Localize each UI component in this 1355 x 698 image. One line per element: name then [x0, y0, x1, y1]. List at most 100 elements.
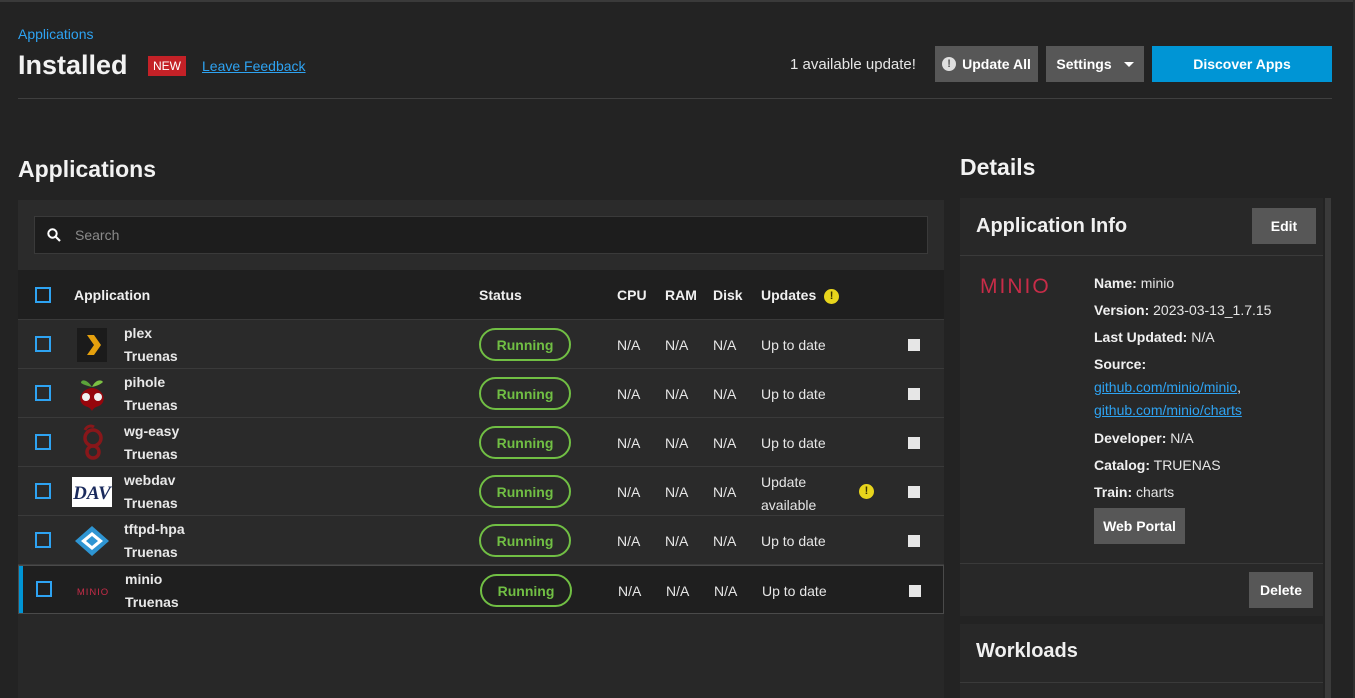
col-updates: Updates !	[761, 287, 840, 304]
table-row[interactable]: tftpd-hpa Truenas Running N/A N/A N/A Up…	[18, 516, 944, 565]
pihole-icon	[72, 375, 112, 413]
available-update-text: 1 available update!	[790, 56, 916, 73]
applications-panel: Application Status CPU RAM Disk Updates …	[18, 200, 944, 698]
app-name: plex	[124, 325, 153, 341]
applications-title: Applications	[18, 156, 157, 182]
updates-value: Up to date	[761, 435, 826, 451]
source-link-minio[interactable]: github.com/minio/minio	[1094, 379, 1237, 395]
selection-indicator	[19, 566, 23, 613]
table-row[interactable]: plex Truenas Running N/A N/A N/A Up to d…	[18, 320, 944, 369]
ram-value: N/A	[666, 583, 690, 599]
cpu-value: N/A	[617, 386, 641, 402]
search-input[interactable]	[75, 227, 875, 243]
select-all-checkbox[interactable]	[35, 287, 51, 303]
leave-feedback-link[interactable]: Leave Feedback	[202, 58, 306, 74]
breadcrumb[interactable]: Applications	[18, 26, 94, 42]
disk-value: N/A	[713, 337, 737, 353]
info-source-link-1: github.com/minio/minio,	[1094, 379, 1241, 395]
web-portal-button[interactable]: Web Portal	[1094, 508, 1185, 544]
name-value: minio	[1140, 275, 1175, 291]
application-info-title: Application Info	[976, 215, 1128, 237]
row-checkbox[interactable]	[35, 385, 51, 401]
row-checkbox[interactable]	[35, 434, 51, 450]
train-label: Train:	[1094, 484, 1133, 500]
tftpd-icon	[72, 522, 112, 560]
row-checkbox[interactable]	[35, 532, 51, 548]
status-badge: Running	[480, 574, 572, 607]
table-row[interactable]: wg-easy Truenas Running N/A N/A N/A Up t…	[18, 418, 944, 467]
info-developer: Developer: N/A	[1094, 430, 1194, 446]
card-divider	[960, 682, 1323, 683]
new-badge: NEW	[148, 56, 186, 76]
settings-label: Settings	[1056, 56, 1112, 72]
cpu-value: N/A	[618, 583, 642, 599]
card-divider	[960, 563, 1323, 564]
col-status: Status	[479, 287, 522, 303]
minio-logo: MINIO	[980, 275, 1082, 300]
table-row-selected[interactable]: MINIO minio Truenas Running N/A N/A N/A …	[18, 565, 944, 614]
table-header: Application Status CPU RAM Disk Updates …	[18, 270, 944, 320]
delete-button[interactable]: Delete	[1249, 572, 1313, 608]
cpu-value: N/A	[617, 484, 641, 500]
settings-button[interactable]: Settings	[1046, 46, 1144, 82]
info-icon: !	[942, 57, 957, 71]
col-ram: RAM	[665, 287, 697, 303]
stop-icon[interactable]	[908, 437, 920, 449]
row-checkbox[interactable]	[35, 483, 51, 499]
ram-value: N/A	[665, 484, 689, 500]
table-row[interactable]: DAV webdav Truenas Running N/A N/A N/A U…	[18, 467, 944, 516]
details-scrollbar[interactable]	[1325, 198, 1331, 698]
updates-line-1: Update	[761, 474, 807, 490]
top-border	[0, 0, 1355, 2]
cpu-value: N/A	[617, 533, 641, 549]
ram-value: N/A	[665, 533, 689, 549]
stop-icon[interactable]	[908, 339, 920, 351]
developer-label: Developer:	[1094, 430, 1167, 446]
ram-value: N/A	[665, 337, 689, 353]
updates-line-2: available	[761, 497, 817, 513]
stop-icon[interactable]	[908, 388, 920, 400]
search-box[interactable]	[34, 216, 928, 254]
row-checkbox[interactable]	[35, 336, 51, 352]
app-name: minio	[125, 571, 163, 587]
stop-icon[interactable]	[908, 535, 920, 547]
workloads-title: Workloads	[976, 640, 1078, 662]
info-catalog: Catalog: TRUENAS	[1094, 457, 1221, 473]
status-badge: Running	[479, 377, 571, 410]
col-updates-label: Updates	[761, 287, 817, 303]
info-source-link-2: github.com/minio/charts	[1094, 402, 1242, 418]
stop-icon[interactable]	[908, 486, 920, 498]
status-badge: Running	[479, 426, 571, 459]
source-separator: ,	[1237, 379, 1242, 395]
developer-value: N/A	[1170, 430, 1194, 446]
app-name: webdav	[124, 472, 176, 488]
app-name: tftpd-hpa	[124, 521, 185, 537]
details-title: Details	[960, 154, 1036, 180]
wireguard-icon	[72, 424, 112, 462]
last-updated-value: N/A	[1191, 329, 1215, 345]
info-name: Name: minio	[1094, 275, 1174, 291]
train-value: charts	[1136, 484, 1175, 500]
app-catalog: Truenas	[124, 544, 178, 560]
cpu-value: N/A	[617, 435, 641, 451]
col-cpu: CPU	[617, 287, 647, 303]
updates-value: Update available	[761, 471, 816, 517]
cpu-value: N/A	[617, 337, 641, 353]
app-catalog: Truenas	[124, 397, 178, 413]
catalog-value: TRUENAS	[1153, 457, 1221, 473]
edit-button[interactable]: Edit	[1252, 208, 1316, 244]
update-all-button[interactable]: ! Update All	[935, 46, 1038, 82]
warning-icon: !	[859, 484, 874, 499]
table-row[interactable]: pihole Truenas Running N/A N/A N/A Up to…	[18, 369, 944, 418]
row-checkbox[interactable]	[36, 581, 52, 597]
status-badge: Running	[479, 475, 571, 508]
plex-icon	[72, 326, 112, 364]
stop-icon[interactable]	[909, 585, 921, 597]
discover-apps-button[interactable]: Discover Apps	[1152, 46, 1332, 82]
warning-icon: !	[824, 288, 840, 304]
disk-value: N/A	[713, 435, 737, 451]
updates-value: Up to date	[761, 386, 826, 402]
col-disk: Disk	[713, 287, 743, 303]
source-link-charts[interactable]: github.com/minio/charts	[1094, 402, 1242, 418]
catalog-label: Catalog:	[1094, 457, 1150, 473]
